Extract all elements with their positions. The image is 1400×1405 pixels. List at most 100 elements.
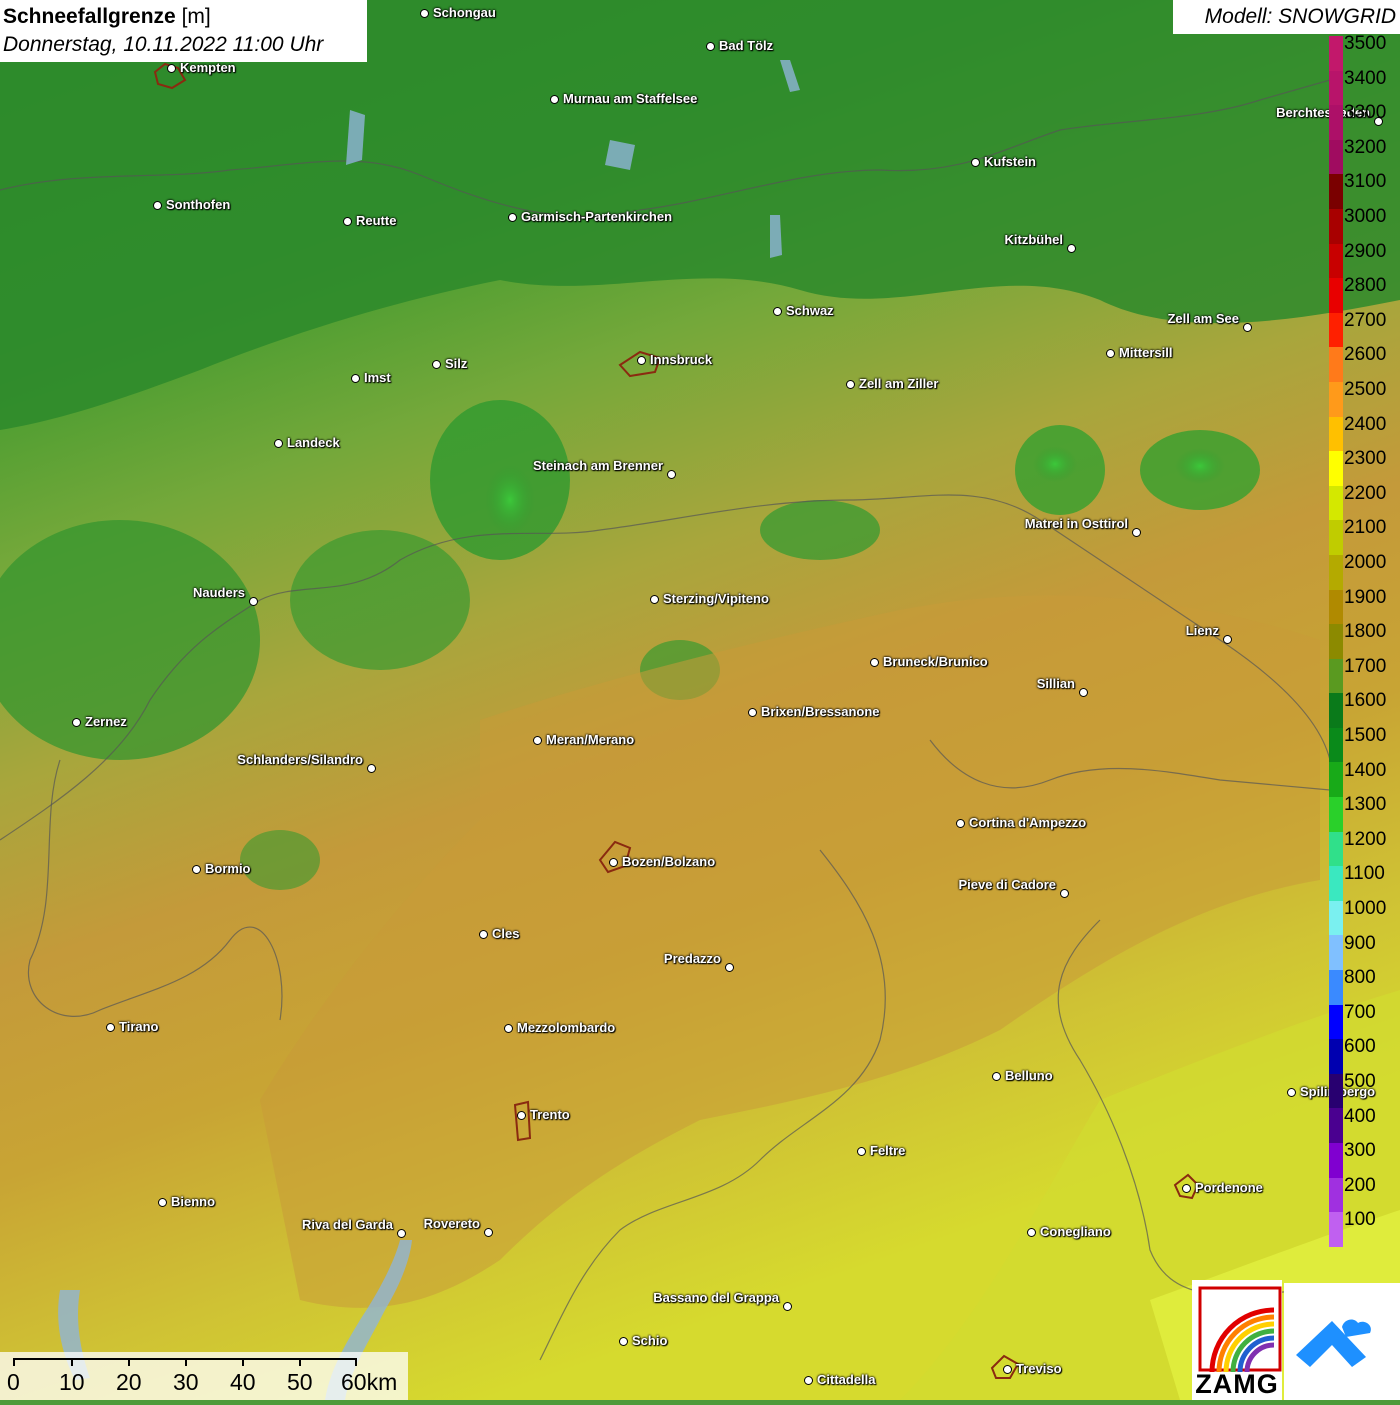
city-name: Conegliano bbox=[1040, 1224, 1111, 1239]
legend-swatch bbox=[1329, 1212, 1343, 1247]
city-name: Silz bbox=[445, 356, 468, 371]
city-label: Zernez bbox=[72, 714, 127, 729]
city-marker-icon bbox=[773, 307, 782, 316]
city-name: Cortina d'Ampezzo bbox=[969, 815, 1087, 830]
city-marker-icon bbox=[992, 1072, 1001, 1081]
city-name: Treviso bbox=[1016, 1361, 1062, 1376]
legend-swatch bbox=[1329, 554, 1343, 590]
city-marker-icon bbox=[517, 1111, 526, 1120]
city-name: Matrei in Osttirol bbox=[1024, 516, 1128, 531]
legend-label: 1900 bbox=[1344, 586, 1387, 608]
city-marker-icon bbox=[397, 1229, 406, 1238]
city-label: Schio bbox=[619, 1333, 667, 1348]
legend-label: 2500 bbox=[1344, 379, 1387, 400]
city-label: Sonthofen bbox=[153, 197, 230, 212]
scale-tick bbox=[71, 1358, 73, 1366]
city-label: Matrei in Osttirol bbox=[1024, 516, 1141, 537]
scale-bar-line bbox=[13, 1358, 355, 1360]
legend-swatch bbox=[1329, 900, 1343, 936]
legend-label: 2900 bbox=[1344, 240, 1387, 262]
city-label: Bruneck/Brunico bbox=[870, 654, 988, 669]
legend-swatch bbox=[1329, 797, 1343, 832]
city-label: Landeck bbox=[274, 435, 340, 450]
city-name: Trento bbox=[530, 1107, 570, 1122]
legend-swatch bbox=[1329, 624, 1343, 659]
legend-label: 1000 bbox=[1344, 898, 1387, 919]
city-marker-icon bbox=[971, 158, 980, 167]
city-label: Garmisch-Partenkirchen bbox=[508, 209, 672, 224]
city-name: Innsbruck bbox=[650, 352, 713, 367]
city-name: Nauders bbox=[192, 585, 245, 600]
city-label: Schlanders/Silandro bbox=[237, 752, 376, 773]
legend-swatch bbox=[1329, 347, 1343, 382]
city-name: Kempten bbox=[180, 60, 236, 75]
city-label: Sterzing/Vipiteno bbox=[650, 591, 769, 606]
city-label: Kitzbühel bbox=[1005, 232, 1076, 253]
city-marker-icon bbox=[1067, 244, 1076, 253]
city-name: Mittersill bbox=[1119, 345, 1173, 360]
scale-label: 20 bbox=[116, 1369, 142, 1395]
city-name: Feltre bbox=[870, 1143, 906, 1158]
city-marker-icon bbox=[956, 819, 965, 828]
scale-label: 0 bbox=[7, 1369, 20, 1395]
city-marker-icon bbox=[249, 597, 258, 606]
legend-label: 600 bbox=[1344, 1036, 1376, 1058]
legend-swatch bbox=[1329, 243, 1343, 279]
legend-swatch bbox=[1329, 762, 1343, 798]
scale-tick bbox=[185, 1358, 187, 1366]
legend-label: 3500 bbox=[1344, 33, 1387, 54]
city-label: Kempten bbox=[167, 60, 236, 75]
legend-label: 800 bbox=[1344, 967, 1376, 989]
city-marker-icon bbox=[619, 1337, 628, 1346]
city-marker-icon bbox=[804, 1376, 813, 1385]
legend-swatch bbox=[1329, 278, 1343, 313]
city-name: Landeck bbox=[287, 435, 340, 450]
city-label: Reutte bbox=[343, 213, 396, 228]
city-label: Schwaz bbox=[773, 303, 834, 318]
city-label: Belluno bbox=[992, 1068, 1053, 1083]
city-label: Pieve di Cadore bbox=[958, 877, 1069, 898]
legend-swatch bbox=[1329, 139, 1343, 175]
legend-swatch bbox=[1329, 727, 1343, 763]
city-label: Mezzolombardo bbox=[504, 1020, 615, 1035]
legend-swatch bbox=[1329, 208, 1343, 244]
scale-label: 40 bbox=[230, 1369, 256, 1395]
legend-label: 2000 bbox=[1344, 552, 1387, 573]
city-marker-icon bbox=[167, 64, 176, 73]
city-marker-icon bbox=[725, 963, 734, 972]
title-box: Schneefallgrenze [m] Donnerstag, 10.11.2… bbox=[0, 0, 367, 62]
scale-tick bbox=[299, 1358, 301, 1366]
city-marker-icon bbox=[420, 9, 429, 18]
legend-label: 1400 bbox=[1344, 759, 1387, 781]
city-name: Pieve di Cadore bbox=[958, 877, 1056, 892]
city-label: Silz bbox=[432, 356, 467, 371]
title-unit: [m] bbox=[181, 5, 211, 28]
city-name: Zernez bbox=[85, 714, 127, 729]
legend-swatch bbox=[1329, 70, 1343, 106]
city-label: Treviso bbox=[1003, 1361, 1062, 1376]
lake bbox=[605, 140, 635, 170]
legend-label: 1500 bbox=[1344, 725, 1387, 746]
legend-label: 2800 bbox=[1344, 275, 1387, 297]
green-patch bbox=[240, 830, 320, 890]
green-patch bbox=[760, 500, 880, 560]
legend-swatch bbox=[1329, 1004, 1343, 1040]
scale-label: 50 bbox=[287, 1369, 313, 1395]
legend-swatch bbox=[1329, 1039, 1343, 1074]
legend-label: 700 bbox=[1344, 1001, 1376, 1023]
city-marker-icon bbox=[609, 858, 618, 867]
scale-tick bbox=[13, 1358, 15, 1366]
city-name: Sonthofen bbox=[166, 197, 231, 212]
green-spot bbox=[485, 465, 535, 535]
mountain-cloud-icon bbox=[1296, 1319, 1371, 1367]
city-label: Brixen/Bressanone bbox=[748, 704, 880, 719]
city-name: Schlanders/Silandro bbox=[237, 752, 363, 767]
city-label: Bassano del Grappa bbox=[653, 1290, 792, 1311]
city-name: Tirano bbox=[119, 1019, 159, 1034]
city-label: Pordenone bbox=[1182, 1180, 1263, 1195]
rainbow-icon bbox=[1198, 1286, 1282, 1373]
city-name: Bozen/Bolzano bbox=[622, 854, 716, 869]
legend-swatch bbox=[1329, 658, 1343, 694]
city-marker-icon bbox=[351, 374, 360, 383]
legend-label: 1200 bbox=[1344, 828, 1387, 850]
